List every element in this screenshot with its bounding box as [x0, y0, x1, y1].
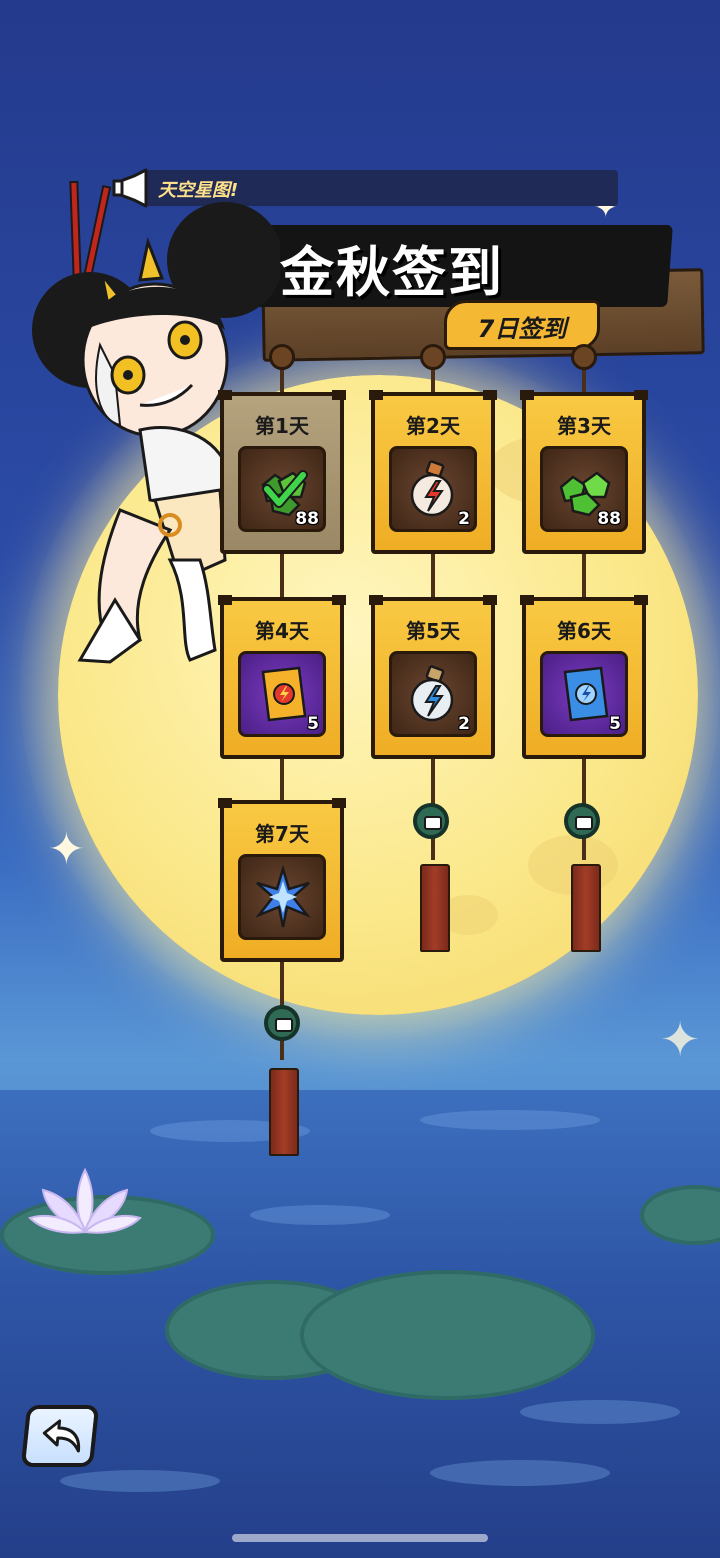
reward-slot	[238, 854, 326, 940]
day-label: 第5天	[406, 619, 460, 643]
day-label: 第4天	[255, 619, 309, 643]
blue-crystal-icon	[255, 864, 311, 928]
rope-peg	[420, 344, 446, 370]
day-card-5[interactable]: 第5天 2	[369, 595, 497, 759]
day-card-4[interactable]: 第4天 5	[218, 595, 346, 759]
reward-quantity: 2	[458, 509, 470, 529]
reward-quantity: 88	[597, 509, 621, 529]
day-label: 第3天	[557, 414, 611, 438]
day-label: 第1天	[255, 414, 309, 438]
day-label: 第6天	[557, 619, 611, 643]
reward-slot: 88	[540, 446, 628, 532]
red-tassel	[420, 864, 450, 952]
day-card-2[interactable]: 第2天 2	[369, 390, 497, 554]
red-tassel	[571, 864, 601, 952]
sparkle-icon: ✦	[660, 1012, 701, 1068]
red-tassel	[269, 1068, 299, 1156]
sign-in-screen: ✦ ✦ ✦ 天空星图! 金秋签到 7日签到 第1天 88 第2天 2 第3天 8…	[0, 0, 720, 1558]
day-label: 第7天	[255, 822, 309, 846]
reward-quantity: 5	[307, 714, 319, 734]
reward-slot: 88	[238, 446, 326, 532]
reward-quantity: 2	[458, 714, 470, 734]
subtitle-badge: 7日签到	[444, 300, 600, 350]
day-card-6[interactable]: 第6天 5	[520, 595, 648, 759]
back-arrow-icon	[42, 1419, 81, 1453]
reward-slot: 5	[540, 651, 628, 737]
event-subtitle: 7日签到	[477, 315, 567, 343]
lotus-flower-icon	[28, 1167, 142, 1234]
back-button[interactable]	[20, 1405, 100, 1467]
sparkle-icon: ✦	[48, 824, 85, 875]
day-card-7[interactable]: 第7天	[218, 798, 346, 962]
reward-slot: 5	[238, 651, 326, 737]
event-title: 金秋签到	[280, 241, 504, 304]
reward-slot: 2	[389, 651, 477, 737]
day-card-3[interactable]: 第3天 88	[520, 390, 648, 554]
reward-slot: 2	[389, 446, 477, 532]
lily-pad	[300, 1270, 595, 1400]
day-card-1[interactable]: 第1天 88	[218, 390, 346, 554]
day-label: 第2天	[406, 414, 460, 438]
rope-peg	[269, 344, 295, 370]
rope-peg	[571, 344, 597, 370]
reward-quantity: 5	[609, 714, 621, 734]
home-indicator[interactable]	[232, 1534, 488, 1542]
reward-quantity: 88	[295, 509, 319, 529]
